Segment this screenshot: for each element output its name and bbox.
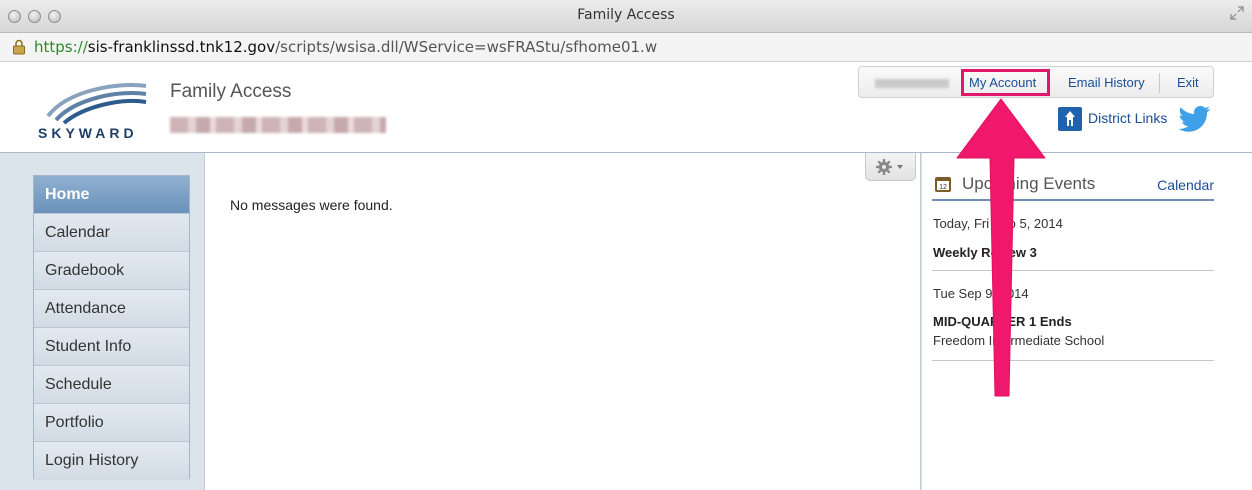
sidebar-item-calendar[interactable]: Calendar (34, 214, 189, 252)
page-header: SKYWARD Family Access My Account Email H… (0, 62, 1252, 152)
event-name[interactable]: MID-QUARTER 1 Ends (933, 314, 1072, 329)
app-title: Family Access (170, 81, 292, 102)
student-name-redacted (170, 117, 386, 133)
sidebar-item-login-history[interactable]: Login History (34, 442, 189, 480)
logo-text: SKYWARD (38, 125, 138, 140)
user-name-redacted (875, 79, 949, 88)
sidebar-item-portfolio[interactable]: Portfolio (34, 404, 189, 442)
url-scheme: https:// (34, 38, 88, 56)
resize-icon[interactable] (1230, 6, 1244, 20)
top-navigation: My Account Email History Exit (858, 66, 1214, 98)
lock-icon (13, 39, 25, 55)
calendar-icon: 12 (935, 177, 951, 192)
main-area: Home Calendar Gradebook Attendance Stude… (0, 152, 1252, 490)
events-header: 12 Upcoming Events Calendar (932, 171, 1214, 201)
sidebar-item-gradebook[interactable]: Gradebook (34, 252, 189, 290)
upcoming-events-panel: 12 Upcoming Events Calendar Today, Fri S… (922, 153, 1252, 490)
sidebar-item-student-info[interactable]: Student Info (34, 328, 189, 366)
url-path: /scripts/wsisa.dll/WService=wsFRAStu/sfh… (275, 38, 658, 56)
my-account-highlight (961, 69, 1050, 96)
events-title: Upcoming Events (962, 174, 1096, 193)
settings-button[interactable] (865, 153, 916, 181)
sidebar-item-schedule[interactable]: Schedule (34, 366, 189, 404)
window-title: Family Access (577, 7, 675, 23)
sidebar-item-home[interactable]: Home (34, 176, 189, 214)
event-divider (932, 360, 1214, 361)
district-links-label[interactable]: District Links (1088, 110, 1167, 126)
email-history-link[interactable]: Email History (1068, 75, 1145, 90)
twitter-icon[interactable] (1176, 104, 1212, 134)
exit-link[interactable]: Exit (1177, 75, 1199, 90)
no-messages-text: No messages were found. (230, 197, 393, 213)
skyward-logo: SKYWARD (38, 83, 147, 140)
url-text[interactable]: https://sis-franklinssd.tnk12.gov/script… (34, 38, 657, 56)
event-date: Tue Sep 9, 2014 (933, 286, 1029, 301)
event-divider (932, 270, 1214, 271)
event-name[interactable]: Weekly Review 3 (933, 245, 1037, 260)
messages-panel: No messages were found. (204, 153, 921, 490)
url-host: sis-franklinssd.tnk12.gov (87, 38, 276, 56)
sidebar-nav: Home Calendar Gradebook Attendance Stude… (33, 175, 190, 480)
district-icon (1058, 107, 1082, 131)
event-location: Freedom Intermediate School (933, 333, 1105, 348)
gear-icon (876, 159, 903, 175)
svg-text:12: 12 (939, 184, 947, 191)
address-bar[interactable]: https://sis-franklinssd.tnk12.gov/script… (0, 33, 1252, 62)
event-date: Today, Fri Sep 5, 2014 (933, 216, 1063, 231)
sidebar-item-attendance[interactable]: Attendance (34, 290, 189, 328)
chevron-down-icon (897, 165, 903, 169)
district-links[interactable]: District Links (1058, 104, 1218, 134)
browser-window: Family Access https://sis-franklinssd.tn… (0, 0, 1252, 490)
nav-divider (1159, 73, 1160, 93)
calendar-link[interactable]: Calendar (1157, 177, 1214, 193)
title-bar: Family Access (0, 0, 1252, 33)
